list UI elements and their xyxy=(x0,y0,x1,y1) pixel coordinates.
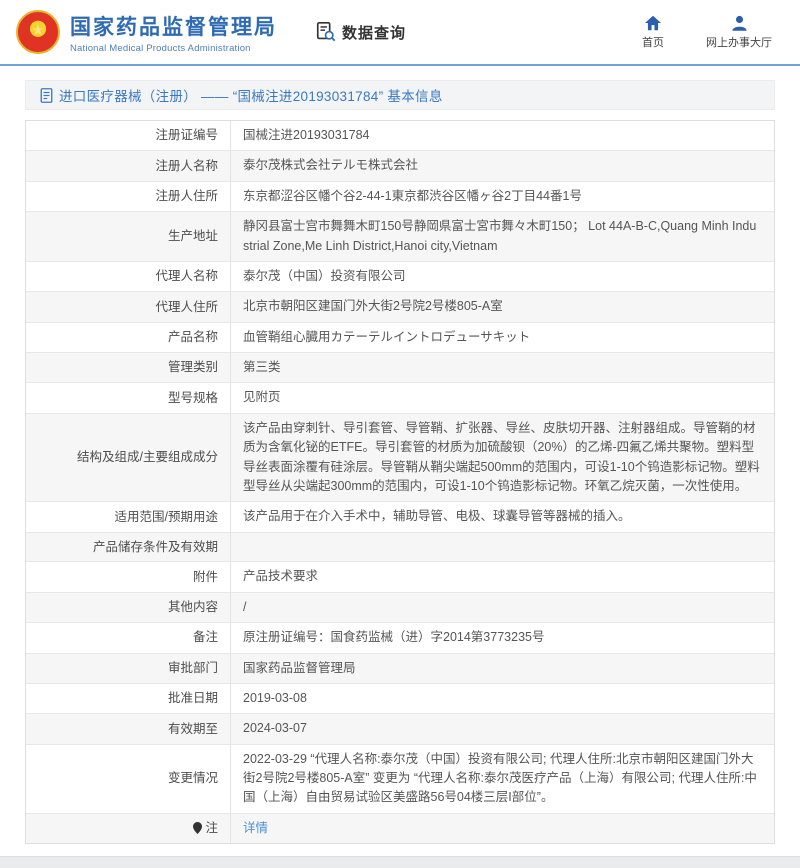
table-row: 变更情况2022-03-29 “代理人名称:泰尔茂（中国）投资有限公司; 代理人… xyxy=(26,745,774,814)
row-label: 批准日期 xyxy=(26,684,231,713)
table-row: 注册人名称泰尔茂株式会社テルモ株式会社 xyxy=(26,151,774,181)
row-label: 生产地址 xyxy=(26,212,231,261)
home-icon xyxy=(644,15,662,31)
row-value: 泰尔茂株式会社テルモ株式会社 xyxy=(231,151,774,180)
nav-home-label: 首页 xyxy=(642,34,664,50)
table-row: 生产地址静冈县富士宫市舞舞木町150号静岡県富士宮市舞々木町150； Lot 4… xyxy=(26,212,774,262)
row-value: 2019-03-08 xyxy=(231,684,774,713)
row-value: 泰尔茂（中国）投资有限公司 xyxy=(231,262,774,291)
row-value: 国械注进20193031784 xyxy=(231,121,774,150)
table-row: 审批部门国家药品监督管理局 xyxy=(26,654,774,684)
row-label: 其他内容 xyxy=(26,593,231,622)
row-label: 注册证编号 xyxy=(26,121,231,150)
row-value: 第三类 xyxy=(231,353,774,382)
data-query-tab[interactable]: 数据查询 xyxy=(315,21,406,43)
org-names: 国家药品监督管理局 National Medical Products Admi… xyxy=(70,11,277,54)
table-row: 管理类别第三类 xyxy=(26,353,774,383)
table-row: 代理人名称泰尔茂（中国）投资有限公司 xyxy=(26,262,774,292)
row-value: 见附页 xyxy=(231,383,774,412)
table-row: 代理人住所北京市朝阳区建国门外大街2号院2号楼805-A室 xyxy=(26,292,774,322)
row-label: 代理人住所 xyxy=(26,292,231,321)
table-row: 其他内容/ xyxy=(26,593,774,623)
table-row: 结构及组成/主要组成成分该产品由穿刺针、导引套管、导管鞘、扩张器、导丝、皮肤切开… xyxy=(26,414,774,503)
header-nav: 首页 网上办事大厅 xyxy=(642,15,772,50)
site-header: ★ 国家药品监督管理局 National Medical Products Ad… xyxy=(0,0,800,66)
row-value: 原注册证编号：国食药监械（进）字2014第3773235号 xyxy=(231,623,774,652)
breadcrumb-text: 进口医疗器械（注册） —— “国械注进20193031784” 基本信息 xyxy=(59,85,443,105)
row-label: 附件 xyxy=(26,562,231,591)
row-value xyxy=(231,533,774,562)
org-name-cn: 国家药品监督管理局 xyxy=(70,11,277,41)
row-value: 2022-03-29 “代理人名称:泰尔茂（中国）投资有限公司; 代理人住所:北… xyxy=(231,745,774,813)
row-label: 注册人住所 xyxy=(26,182,231,211)
org-name-en: National Medical Products Administration xyxy=(70,43,277,54)
row-value: 北京市朝阳区建国门外大街2号院2号楼805-A室 xyxy=(231,292,774,321)
row-label: 备注 xyxy=(26,623,231,652)
table-row: 附件产品技术要求 xyxy=(26,562,774,592)
row-label: 有效期至 xyxy=(26,714,231,743)
nav-online-hall-label: 网上办事大厅 xyxy=(706,34,772,50)
row-label: 型号规格 xyxy=(26,383,231,412)
row-label: 审批部门 xyxy=(26,654,231,683)
row-value: 2024-03-07 xyxy=(231,714,774,743)
user-icon xyxy=(731,15,748,31)
row-label: 结构及组成/主要组成成分 xyxy=(26,414,231,502)
row-label: 产品名称 xyxy=(26,323,231,352)
details-link[interactable]: 详情 xyxy=(243,819,268,838)
row-value: / xyxy=(231,593,774,622)
table-row: 批准日期2019-03-08 xyxy=(26,684,774,714)
row-value: 血管鞘组心臓用カテーテルイントロデューサキット xyxy=(231,323,774,352)
table-row: 备注原注册证编号：国食药监械（进）字2014第3773235号 xyxy=(26,623,774,653)
table-row: 注册人住所东京都涩谷区幡个谷2-44-1東京都渋谷区幡ヶ谷2丁目44番1号 xyxy=(26,182,774,212)
table-row: 注详情 xyxy=(26,814,774,843)
document-icon xyxy=(40,88,53,103)
document-search-icon xyxy=(315,21,337,43)
table-row: 注册证编号国械注进20193031784 xyxy=(26,121,774,151)
table-row: 有效期至2024-03-07 xyxy=(26,714,774,744)
row-value: 国家药品监督管理局 xyxy=(231,654,774,683)
row-value: 静冈县富士宫市舞舞木町150号静岡県富士宮市舞々木町150； Lot 44A-B… xyxy=(231,212,774,261)
pin-icon xyxy=(193,822,202,834)
row-label: 注册人名称 xyxy=(26,151,231,180)
row-value: 产品技术要求 xyxy=(231,562,774,591)
row-label: 注 xyxy=(26,814,231,843)
table-row: 产品储存条件及有效期 xyxy=(26,533,774,563)
row-value: 详情 xyxy=(231,814,774,843)
row-value: 该产品用于在介入手术中，辅助导管、电极、球囊导管等器械的插入。 xyxy=(231,502,774,531)
nav-home[interactable]: 首页 xyxy=(642,15,664,50)
row-label: 产品储存条件及有效期 xyxy=(26,533,231,562)
row-label: 变更情况 xyxy=(26,745,231,813)
table-row: 适用范围/预期用途该产品用于在介入手术中，辅助导管、电极、球囊导管等器械的插入。 xyxy=(26,502,774,532)
registration-info-table: 注册证编号国械注进20193031784注册人名称泰尔茂株式会社テルモ株式会社注… xyxy=(25,120,775,844)
table-row: 产品名称血管鞘组心臓用カテーテルイントロデューサキット xyxy=(26,323,774,353)
page: ★ 国家药品监督管理局 National Medical Products Ad… xyxy=(0,0,800,868)
nmpa-logo[interactable]: ★ 国家药品监督管理局 National Medical Products Ad… xyxy=(16,10,277,54)
data-query-label: 数据查询 xyxy=(342,22,406,43)
national-emblem-icon: ★ xyxy=(16,10,60,54)
table-row: 型号规格见附页 xyxy=(26,383,774,413)
row-label: 管理类别 xyxy=(26,353,231,382)
row-label: 代理人名称 xyxy=(26,262,231,291)
breadcrumb: 进口医疗器械（注册） —— “国械注进20193031784” 基本信息 xyxy=(25,80,775,110)
row-label: 适用范围/预期用途 xyxy=(26,502,231,531)
row-value: 该产品由穿刺针、导引套管、导管鞘、扩张器、导丝、皮肤切开器、注射器组成。导管鞘的… xyxy=(231,414,774,502)
footer-band xyxy=(0,856,800,868)
nav-online-hall[interactable]: 网上办事大厅 xyxy=(706,15,772,50)
row-value: 东京都涩谷区幡个谷2-44-1東京都渋谷区幡ヶ谷2丁目44番1号 xyxy=(231,182,774,211)
